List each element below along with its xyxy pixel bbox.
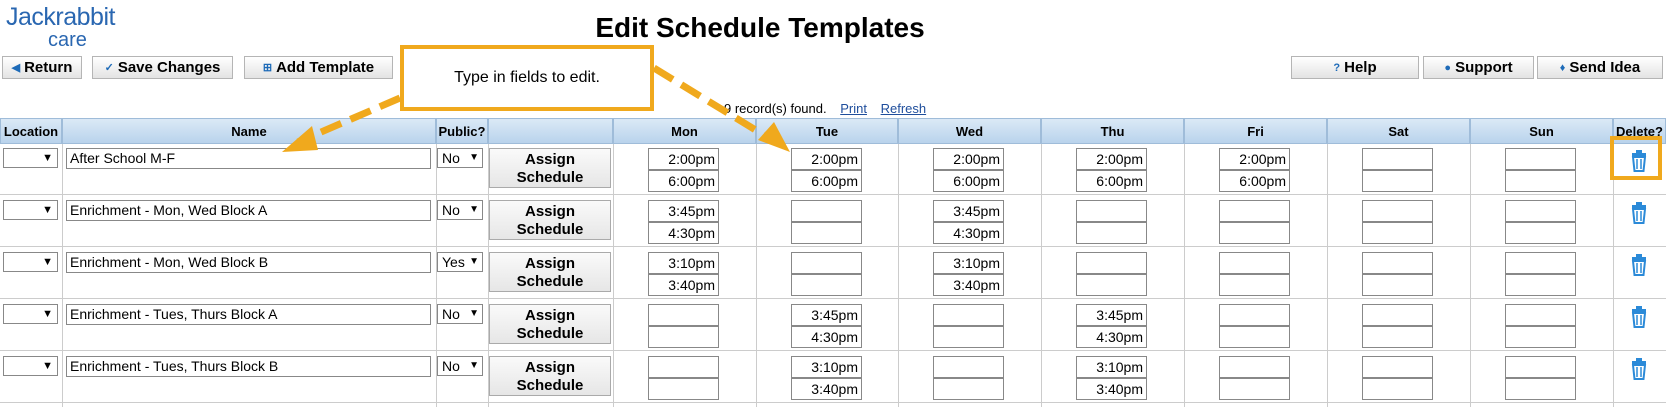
callout-arrows	[282, 65, 790, 152]
arrow-to-tue	[652, 65, 774, 143]
arrowhead-tue	[758, 122, 790, 152]
page: Jackrabbit care Edit Schedule Templates …	[0, 0, 1666, 407]
arrowhead-name	[282, 126, 318, 152]
